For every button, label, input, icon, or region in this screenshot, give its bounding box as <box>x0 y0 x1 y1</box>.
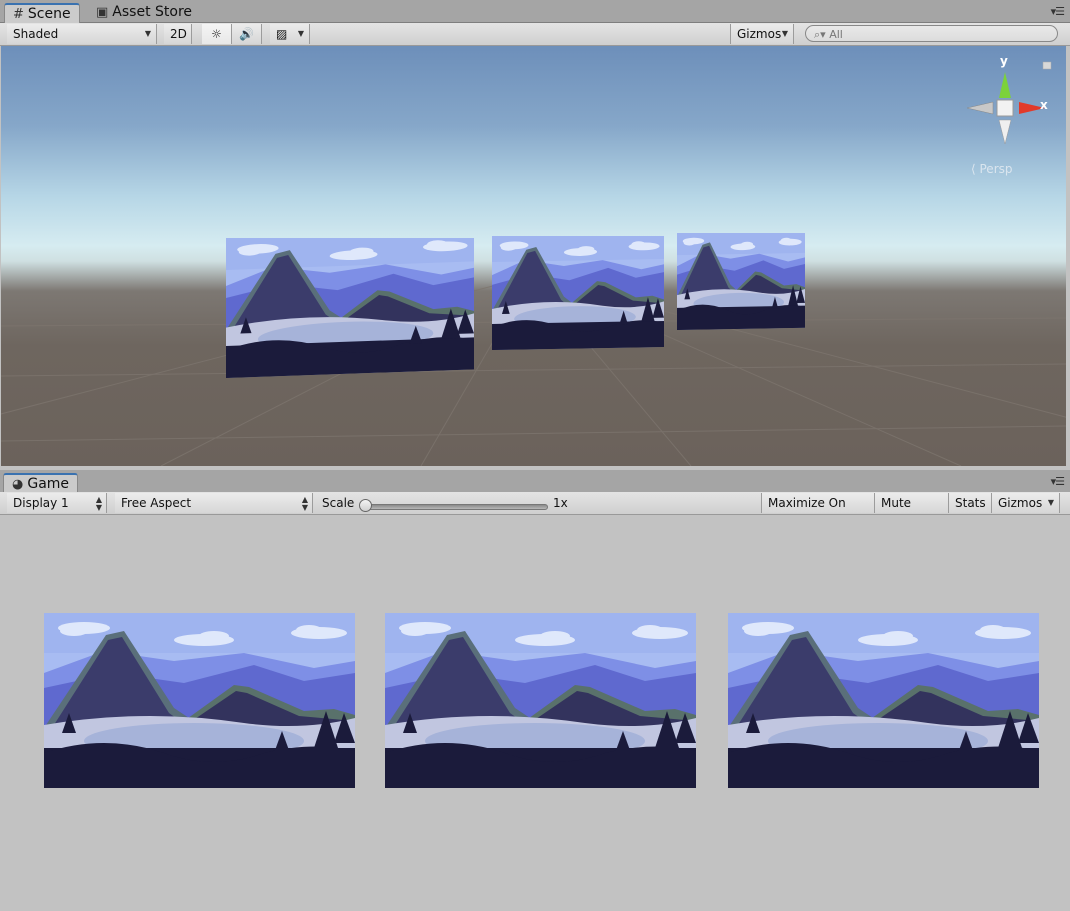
game-tab-bar: ◕ Game ▾☰ <box>0 470 1070 494</box>
tab-scene-label: Scene <box>27 6 71 22</box>
store-bag-icon: ▣ <box>96 5 109 20</box>
game-sprite-1 <box>44 613 355 788</box>
sun-icon: ☼ <box>211 27 222 41</box>
grid-icon: # <box>13 7 24 22</box>
scene-quad-3[interactable] <box>677 233 805 330</box>
scene-quad-1[interactable] <box>226 238 474 378</box>
game-viewport[interactable] <box>1 515 1067 911</box>
gizmo-y-label: y <box>1000 54 1008 68</box>
scene-toolbar: Shaded ▼ 2D ☼ 🔊 ▨ ▼ Gizmos ▼ ⌕▾ All <box>0 23 1070 46</box>
aspect-dropdown[interactable]: Free Aspect ▲ ▼ <box>115 493 313 513</box>
game-sprite-3 <box>728 613 1039 788</box>
tab-game[interactable]: ◕ Game <box>3 473 79 494</box>
pacman-icon: ◕ <box>12 477 24 492</box>
tab-scene[interactable]: # Scene <box>4 3 80 24</box>
scene-effects-button[interactable]: ▨ ▼ <box>270 24 310 44</box>
search-icon: ⌕▾ <box>814 28 826 41</box>
scene-viewport[interactable]: y x ⟨ Persp <box>1 46 1066 466</box>
scale-control: Scale 1x <box>316 493 761 513</box>
dropdown-arrow-icon: ▼ <box>1047 498 1054 507</box>
scene-gizmos-label: Gizmos <box>737 27 782 41</box>
scene-quad-2[interactable] <box>492 236 664 350</box>
dropdown-arrow-icon: ▼ <box>144 29 151 38</box>
scene-audio-button[interactable]: 🔊 <box>232 24 262 44</box>
scene-lighting-button[interactable]: ☼ <box>202 24 232 44</box>
persp-label[interactable]: ⟨ Persp <box>971 162 1013 176</box>
scene-tab-bar: # Scene ▣ Asset Store ▾☰ <box>0 0 1070 24</box>
game-sprite-2 <box>385 613 696 788</box>
game-gizmos-dropdown[interactable]: Gizmos ▼ <box>992 493 1060 513</box>
tab-asset-store[interactable]: ▣ Asset Store <box>88 3 200 22</box>
2d-toggle-button[interactable]: 2D <box>164 24 192 44</box>
scene-search-input[interactable]: ⌕▾ All <box>805 25 1058 42</box>
gizmo-x-label: x <box>1040 98 1048 112</box>
axis-cones-icon <box>966 61 1052 145</box>
image-icon: ▨ <box>276 27 288 41</box>
display-dropdown[interactable]: Display 1 ▲ ▼ <box>7 493 107 513</box>
projection-label: Persp <box>979 162 1013 176</box>
shading-mode-label: Shaded <box>13 27 59 41</box>
search-placeholder: All <box>829 28 843 41</box>
dropdown-arrow-icon: ▼ <box>297 29 304 38</box>
aspect-label: Free Aspect <box>121 496 192 510</box>
maximize-on-play-button[interactable]: Maximize On Play <box>761 493 875 530</box>
game-gizmos-label: Gizmos <box>998 496 1043 510</box>
tab-game-label: Game <box>27 476 70 492</box>
scale-value: 1x <box>553 496 568 510</box>
scene-gizmos-dropdown[interactable]: Gizmos ▼ <box>730 24 794 44</box>
scale-label: Scale <box>322 496 355 510</box>
stats-label: Stats <box>955 496 986 510</box>
2d-toggle-label: 2D <box>170 27 187 41</box>
pane-menu-icon[interactable]: ▾☰ <box>1051 5 1065 18</box>
updown-arrow-icon: ▲ ▼ <box>301 495 308 512</box>
scale-slider-knob[interactable] <box>359 499 372 512</box>
pane-menu-icon[interactable]: ▾☰ <box>1051 475 1065 488</box>
stats-button[interactable]: Stats <box>949 493 992 513</box>
dropdown-arrow-icon: ▼ <box>781 29 788 38</box>
speaker-icon: 🔊 <box>239 27 254 41</box>
display-label: Display 1 <box>13 496 69 510</box>
updown-arrow-icon: ▲ ▼ <box>95 495 102 512</box>
scene-orientation-gizmo[interactable]: y x ⟨ Persp <box>963 54 1053 178</box>
tab-asset-store-label: Asset Store <box>112 4 193 20</box>
mute-audio-button[interactable]: Mute Audio <box>875 493 949 530</box>
scale-slider-track[interactable] <box>363 504 548 510</box>
shading-mode-dropdown[interactable]: Shaded ▼ <box>7 24 157 44</box>
